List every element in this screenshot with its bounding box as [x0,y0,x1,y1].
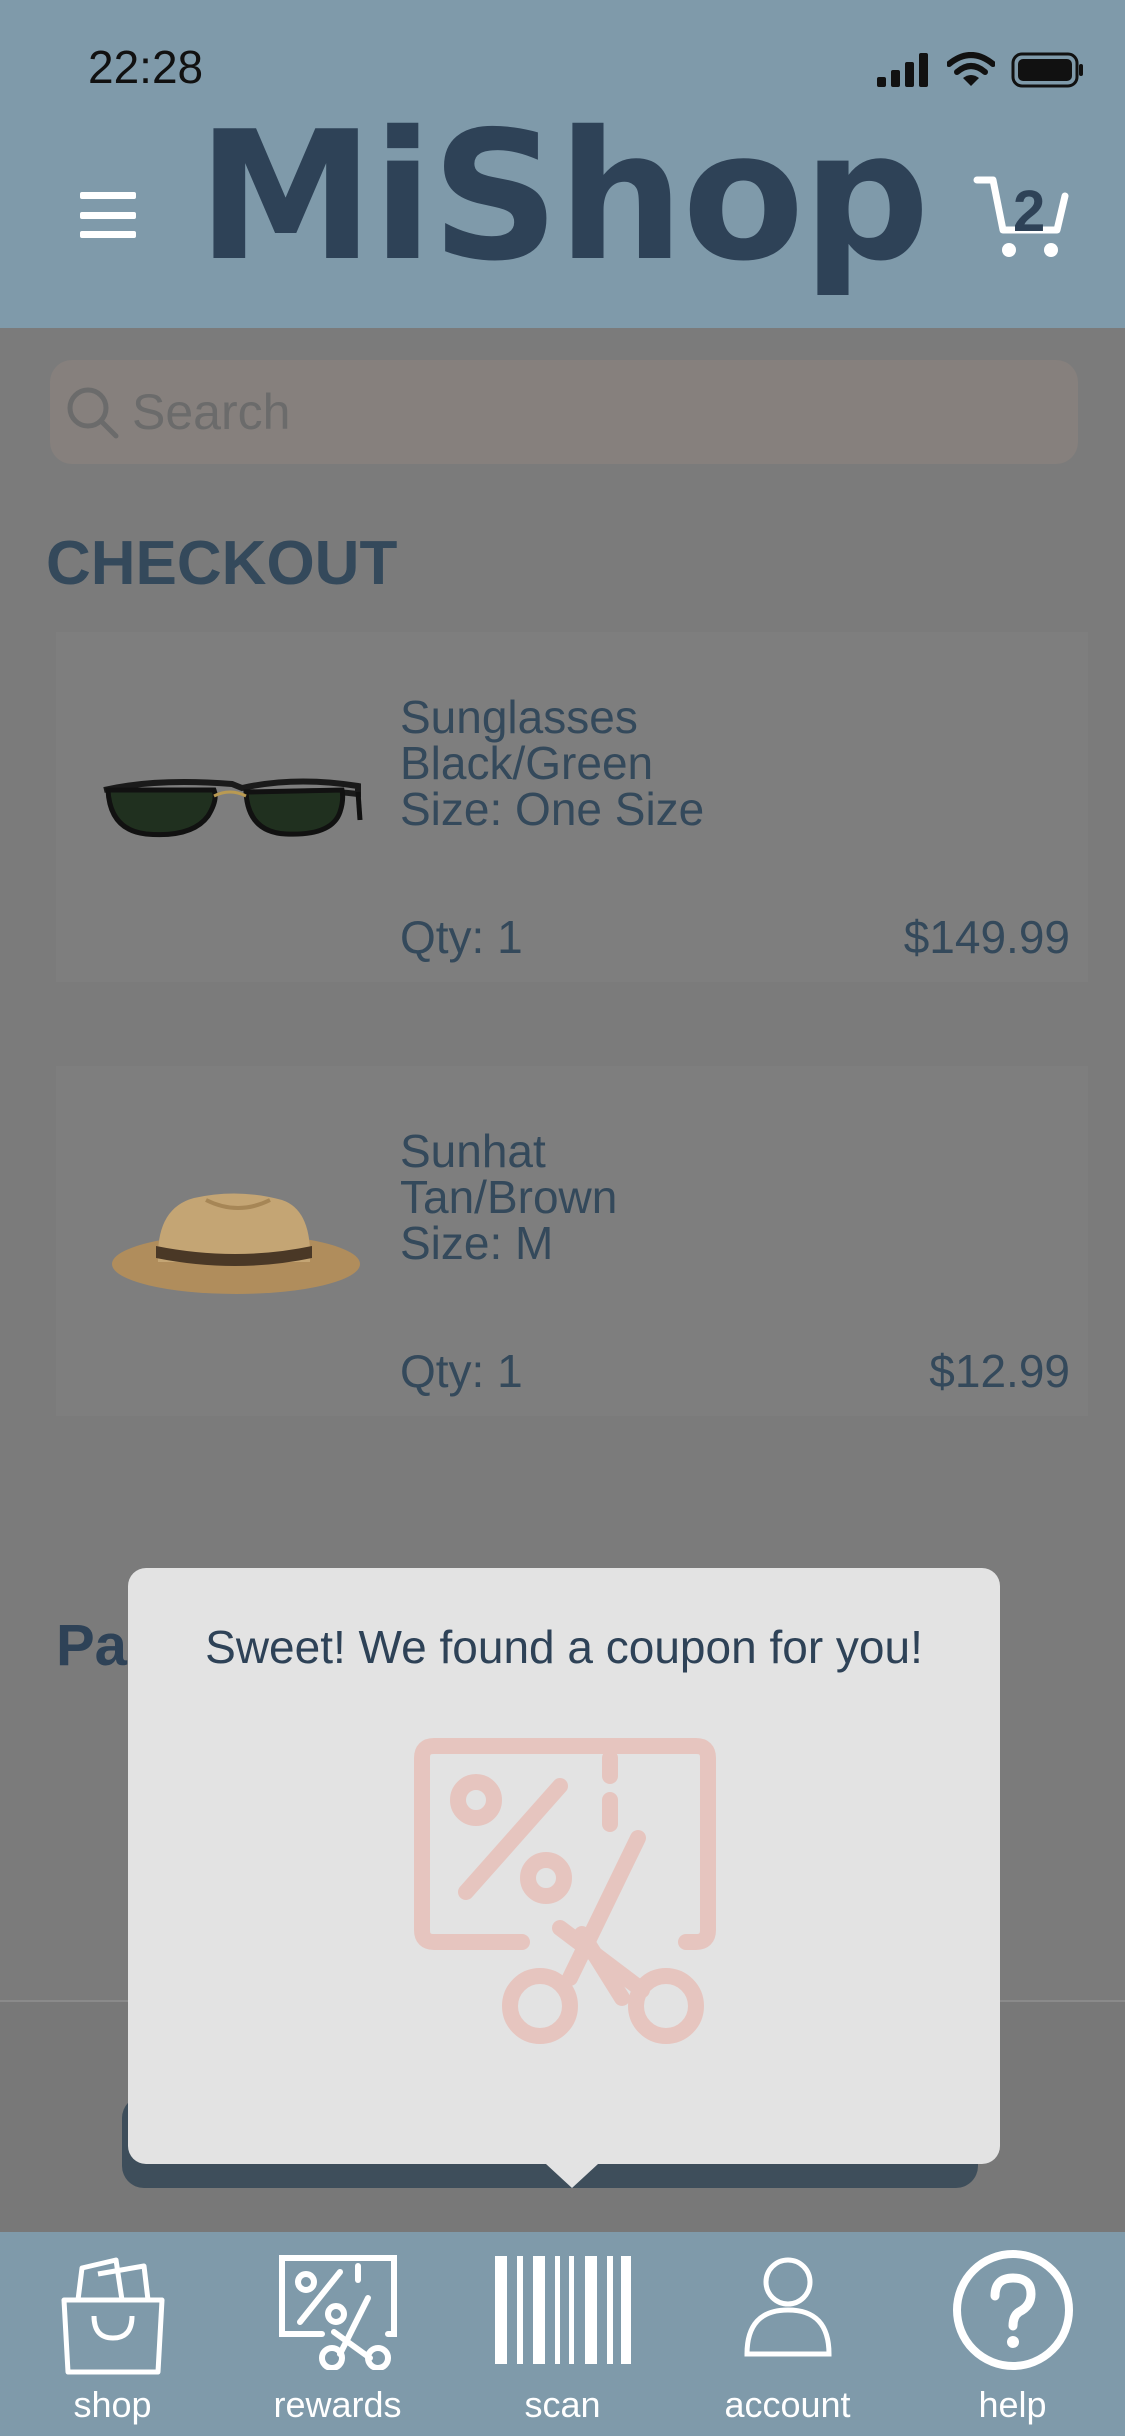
checkout-title: CHECKOUT [46,529,398,598]
search-input[interactable] [132,383,1032,441]
checkout-item-card[interactable]: Sunhat Tan/Brown Size: M Qty: 1 $12.99 [56,1066,1088,1416]
item-name: Sunglasses [400,691,638,743]
item-color: Tan/Brown [400,1171,618,1223]
tab-label: shop [73,2384,152,2425]
app-header: 22:28 MiShop 2 [0,0,1125,328]
cart-button[interactable]: 2 [973,172,1069,262]
brand-logo: MiShop [197,93,930,300]
help-icon [952,2250,1073,2370]
tab-rewards[interactable]: rewards [225,2232,450,2436]
item-size: Size: One Size [400,783,705,835]
user-icon [743,2257,832,2357]
cart-count-badge: 2 [1013,179,1046,244]
tab-account[interactable]: account [675,2232,900,2436]
checkout-item-card[interactable]: Sunglasses Black/Green Size: One Size Qt… [56,632,1088,982]
popup-message: Sweet! We found a coupon for you! [205,1621,923,1673]
item-details: Sunglasses Black/Green Size: One Size [400,694,704,832]
item-quantity[interactable]: Qty: 1 [400,1344,523,1398]
item-quantity[interactable]: Qty: 1 [400,910,523,964]
coupon-popup[interactable]: Sweet! We found a coupon for you! [128,1568,1000,2188]
item-price: $149.99 [903,911,1070,963]
coupon-icon [278,2255,397,2370]
tab-label: help [978,2384,1047,2425]
item-size: Size: M [400,1217,554,1269]
sunhat-image [112,1193,360,1294]
search-icon [67,387,119,439]
tab-label: account [724,2384,851,2425]
item-price: $12.99 [929,1345,1070,1397]
wifi-icon [947,52,995,86]
bottom-tab-bar: shop rewards scan account help [0,2232,1125,2436]
sunglasses-image [103,778,363,838]
item-color: Black/Green [400,737,654,789]
item-details: Sunhat Tan/Brown Size: M [400,1128,617,1266]
item-name: Sunhat [400,1125,546,1177]
barcode-icon [494,2256,631,2364]
tab-label: scan [524,2384,601,2425]
tab-shop[interactable]: shop [0,2232,225,2436]
shopping-bag-icon [61,2257,164,2375]
status-icons [877,52,1085,88]
payment-section-title: Pa [56,1613,127,1678]
tab-help[interactable]: help [900,2232,1125,2436]
coupon-scissors-icon[interactable] [410,1738,720,2048]
tab-scan[interactable]: scan [450,2232,675,2436]
status-time: 22:28 [88,41,204,93]
tab-label: rewards [273,2384,402,2425]
signal-icon [877,53,928,87]
search-bar[interactable] [50,360,1078,464]
battery-icon [1011,52,1083,88]
